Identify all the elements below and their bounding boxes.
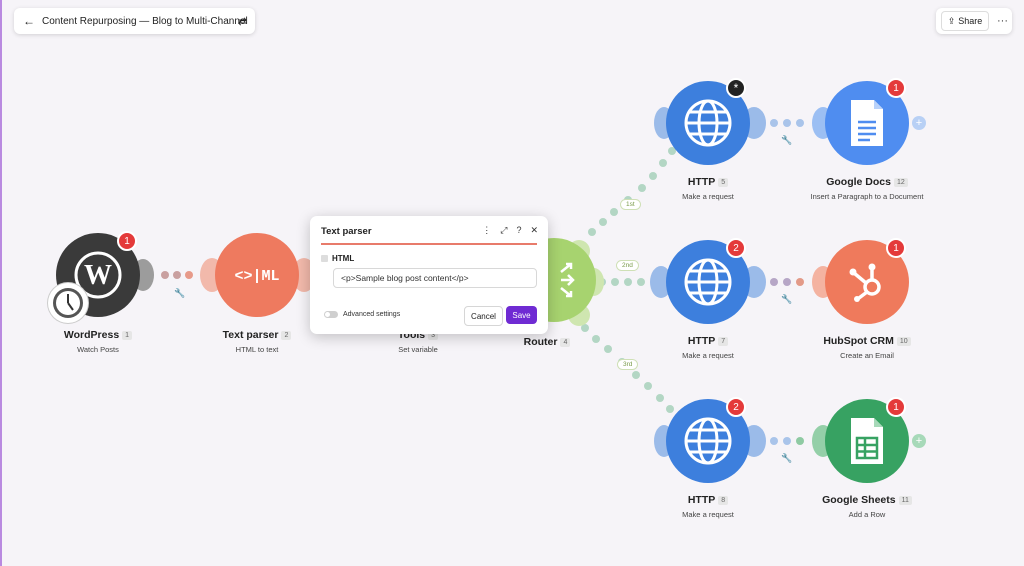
http-mid-num: 7 (718, 336, 729, 346)
hubspot-icon (849, 263, 881, 302)
add-module-icon[interactable]: + (912, 434, 926, 448)
wrench-icon[interactable]: 🔧 (781, 294, 792, 305)
globe-icon (684, 99, 732, 147)
cancel-button[interactable]: Cancel (464, 306, 503, 326)
http-mid-sub: Make a request (682, 351, 734, 360)
route-label-3[interactable]: 3rd (617, 359, 639, 370)
http-bottom-name: HTTP (687, 494, 716, 506)
html-field-label: HTML (321, 254, 354, 263)
module-settings-panel: Text parser ⋮ ⤢ ? ✕ HTML <p>Sample blog … (310, 216, 548, 334)
panel-title: Text parser (321, 226, 372, 237)
wordpress-num: 1 (122, 330, 133, 340)
hubspot-sub: Create an Email (840, 351, 894, 360)
svg-text:<>|ML: <>|ML (234, 268, 279, 285)
schedule-clock[interactable] (48, 283, 88, 323)
scenario-canvas[interactable]: ← Content Repurposing — Blog to Multi-Ch… (0, 0, 1024, 566)
link-router-http-mid (598, 278, 645, 286)
html-input[interactable]: <p>Sample blog post content</p> (333, 268, 537, 288)
save-button[interactable]: Save (506, 306, 537, 324)
router-num: 4 (560, 337, 571, 347)
wrench-icon[interactable]: 🔧 (174, 288, 185, 299)
gdocs-badge: 1 (886, 78, 906, 98)
required-mark-icon (321, 255, 328, 263)
hubspot-badge: 1 (886, 238, 906, 258)
scenario-header: ← Content Repurposing — Blog to Multi-Ch… (14, 8, 255, 34)
svg-text:W: W (84, 260, 112, 291)
wrench-icon[interactable]: 🔧 (781, 135, 792, 146)
http-top-badge: * (726, 78, 746, 98)
textparser-node[interactable]: <>|ML (215, 233, 299, 317)
http-bottom-num: 8 (718, 495, 729, 505)
more-options-icon[interactable]: ··· (997, 15, 1008, 27)
html-input-value: <p>Sample blog post content</p> (341, 273, 469, 283)
wordpress-badge: 1 (117, 231, 137, 251)
http-top-label: HTTP 5 Make a request (628, 176, 788, 201)
panel-toolbar: ⋮ ⤢ ? ✕ (482, 225, 538, 236)
gsheets-num: 11 (898, 495, 912, 505)
share-label: Share (958, 16, 983, 26)
link-wordpress-textparser (161, 271, 193, 279)
html-field-label-text: HTML (332, 254, 355, 263)
route-label-2[interactable]: 2nd (616, 260, 639, 271)
globe-icon (684, 258, 732, 306)
http-top-name: HTTP (687, 176, 716, 188)
gdocs-name: Google Docs (826, 176, 891, 188)
textparser-name: Text parser (222, 329, 279, 341)
expand-icon[interactable]: ⤢ (500, 225, 507, 236)
gsheets-badge: 1 (886, 397, 906, 417)
share-button[interactable]: ⇪ Share (941, 11, 989, 31)
wordpress-sub: Watch Posts (77, 345, 119, 354)
hubspot-label: HubSpot CRM 10 Create an Email (787, 335, 947, 360)
wordpress-label: WordPress 1 Watch Posts (18, 329, 178, 354)
header-actions: ⇪ Share ··· (936, 8, 1012, 34)
sliders-icon[interactable]: ⇄ (238, 15, 247, 28)
router-label: Router 4 (467, 336, 627, 348)
gsheets-name: Google Sheets (822, 494, 896, 506)
help-icon[interactable]: ? (516, 225, 521, 236)
http-bottom-label: HTTP 8 Make a request (628, 494, 788, 519)
google-docs-icon (851, 100, 883, 146)
panel-divider (321, 243, 537, 245)
close-icon[interactable]: ✕ (530, 225, 538, 236)
clock-icon (53, 288, 83, 318)
http-mid-badge: 2 (726, 238, 746, 258)
http-top-num: 5 (718, 177, 729, 187)
link-http-gsheets (770, 437, 804, 445)
router-name: Router (523, 336, 558, 348)
html-code-icon: <>|ML (234, 268, 279, 285)
advanced-settings-label: Advanced settings (343, 311, 401, 318)
google-sheets-icon (851, 418, 883, 464)
http-mid-name: HTTP (687, 335, 716, 347)
scenario-title[interactable]: Content Repurposing — Blog to Multi-Chan… (42, 16, 248, 27)
link-http-hubspot (770, 278, 804, 286)
link-http-gdocs (770, 119, 804, 127)
advanced-settings-toggle[interactable] (324, 311, 338, 318)
hubspot-name: HubSpot CRM (823, 335, 894, 347)
gdocs-label: Google Docs 12 Insert a Paragraph to a Do… (787, 176, 947, 201)
wrench-icon[interactable]: 🔧 (781, 453, 792, 464)
textparser-num: 2 (281, 330, 292, 340)
gsheets-label: Google Sheets 11 Add a Row (787, 494, 947, 519)
http-bottom-sub: Make a request (682, 510, 734, 519)
textparser-sub: HTML to text (235, 345, 279, 354)
wordpress-name: WordPress (63, 329, 120, 341)
kebab-menu-icon[interactable]: ⋮ (482, 225, 491, 236)
gdocs-num: 12 (893, 177, 908, 187)
add-module-icon[interactable]: + (912, 116, 926, 130)
http-bottom-badge: 2 (726, 397, 746, 417)
gdocs-sub: Insert a Paragraph to a Document (810, 192, 924, 201)
globe-icon (684, 417, 732, 465)
back-arrow-icon[interactable]: ← (20, 14, 38, 28)
share-icon: ⇪ (947, 15, 956, 26)
hubspot-num: 10 (896, 336, 911, 346)
http-mid-label: HTTP 7 Make a request (628, 335, 788, 360)
gsheets-sub: Add a Row (848, 510, 886, 519)
http-top-sub: Make a request (682, 192, 734, 201)
router-icon (560, 262, 575, 298)
